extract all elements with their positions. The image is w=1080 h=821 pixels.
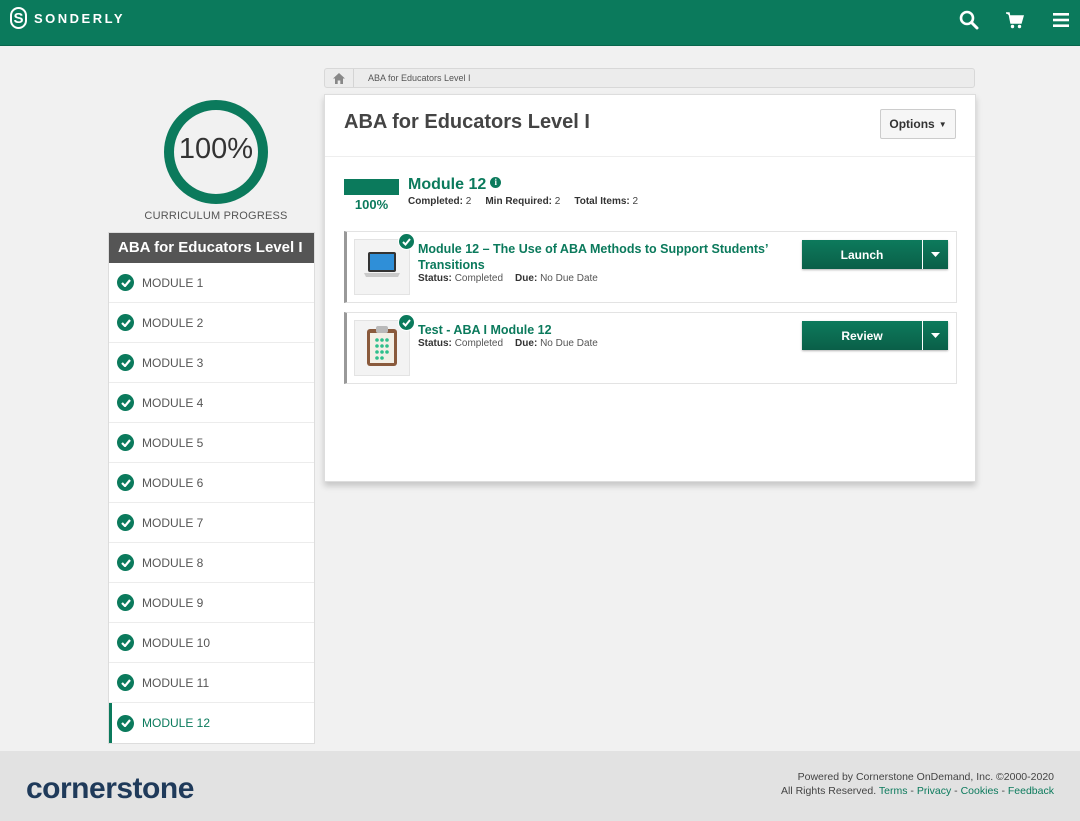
sidebar-item-label: MODULE 11	[142, 675, 210, 690]
item-status: Status: Completed	[418, 273, 504, 284]
curriculum-panel: ABA for Educators Level I Options ▼ 100%…	[324, 94, 976, 482]
module-progress-bar	[344, 179, 399, 195]
module-title-text: Module 12	[408, 176, 487, 193]
terms-link[interactable]: Terms	[879, 785, 908, 797]
check-circle-icon	[117, 714, 134, 732]
launch-button[interactable]: Launch	[802, 240, 922, 269]
sidebar-item-label: MODULE 4	[142, 395, 204, 410]
footer-links-row: All Rights Reserved. Terms - Privacy - C…	[781, 785, 1054, 797]
check-circle-icon	[117, 274, 134, 291]
launch-button-group: Launch	[802, 240, 948, 269]
sidebar-item-module-3[interactable]: MODULE 3	[109, 343, 314, 383]
divider	[325, 156, 975, 157]
sidebar-item-module-10[interactable]: MODULE 10	[109, 623, 314, 663]
options-label: Options	[889, 117, 935, 131]
sidebar-item-label: MODULE 10	[142, 635, 211, 650]
rights-text: All Rights Reserved.	[781, 785, 877, 797]
sidebar-item-label: MODULE 1	[142, 275, 204, 290]
sidebar-item-label: MODULE 7	[142, 515, 204, 530]
top-bar: S SONDERLY	[0, 0, 1080, 46]
search-icon[interactable]	[958, 9, 980, 31]
curriculum-progress-value: 100%	[178, 133, 254, 165]
item-due: Due: No Due Date	[515, 338, 598, 349]
completed-check-icon	[398, 314, 415, 331]
feedback-link[interactable]: Feedback	[1008, 785, 1054, 797]
sidebar-item-module-8[interactable]: MODULE 8	[109, 543, 314, 583]
sidebar-item-label: MODULE 6	[142, 475, 204, 490]
powered-by-text: Powered by Cornerstone OnDemand, Inc. ©2…	[797, 771, 1054, 783]
cart-icon[interactable]	[1004, 9, 1026, 31]
sidebar-item-label: MODULE 12	[142, 716, 211, 730]
sidebar-item-label: MODULE 2	[142, 315, 204, 330]
sidebar-item-module-7[interactable]: MODULE 7	[109, 503, 314, 543]
sidebar-item-label: MODULE 8	[142, 555, 204, 570]
footer-legal: Powered by Cornerstone OnDemand, Inc. ©2…	[781, 770, 1054, 798]
check-circle-icon	[117, 634, 134, 651]
sidebar-item-module-6[interactable]: MODULE 6	[109, 463, 314, 503]
menu-icon[interactable]	[1050, 9, 1072, 31]
sidebar-item-module-1[interactable]: MODULE 1	[109, 263, 314, 303]
module-sidebar: ABA for Educators Level I MODULE 1 MODULE…	[108, 232, 315, 744]
completed-check-icon	[398, 233, 415, 250]
learning-item: Module 12 – The Use of ABA Methods to Su…	[344, 231, 957, 303]
info-icon[interactable]: i	[490, 176, 502, 188]
learning-item: Test - ABA I Module 12 Status: Completed…	[344, 312, 957, 384]
cornerstone-logo: cornerstone	[26, 772, 194, 806]
module-stats: Completed: 2 Min Required: 2 Total Items…	[408, 196, 638, 207]
check-circle-icon	[117, 354, 134, 371]
module-title: Module 12 i	[408, 176, 502, 194]
sidebar-title: ABA for Educators Level I	[109, 233, 314, 263]
logo-mark: S	[10, 7, 27, 29]
cookies-link[interactable]: Cookies	[961, 785, 999, 797]
item-title[interactable]: Module 12 – The Use of ABA Methods to Su…	[418, 241, 788, 273]
logo-text: SONDERLY	[34, 10, 126, 26]
sonderly-logo[interactable]: S SONDERLY	[10, 7, 125, 29]
caret-down-icon: ▼	[938, 119, 947, 129]
check-circle-icon	[117, 674, 134, 691]
review-button[interactable]: Review	[802, 321, 922, 350]
curriculum-progress-caption: CURRICULUM PROGRESS	[144, 210, 288, 222]
home-icon[interactable]	[325, 69, 354, 87]
completed-stat: Completed: 2	[408, 196, 472, 207]
options-button[interactable]: Options ▼	[880, 109, 956, 139]
item-status: Status: Completed	[418, 338, 504, 349]
item-meta: Status: Completed Due: No Due Date	[418, 273, 598, 284]
module-progress-value: 100%	[354, 197, 389, 212]
check-circle-icon	[117, 314, 134, 331]
item-due: Due: No Due Date	[515, 273, 598, 284]
check-circle-icon	[117, 434, 134, 451]
sidebar-item-label: MODULE 9	[142, 595, 204, 610]
sidebar-item-module-11[interactable]: MODULE 11	[109, 663, 314, 703]
check-circle-icon	[117, 514, 134, 531]
caret-down-icon	[931, 333, 940, 338]
launch-dropdown-button[interactable]	[923, 240, 948, 269]
min-required-stat: Min Required: 2	[485, 196, 561, 207]
total-items-stat: Total Items: 2	[574, 196, 639, 207]
sidebar-item-label: MODULE 5	[142, 435, 204, 450]
sidebar-item-module-12[interactable]: MODULE 12	[109, 703, 314, 743]
caret-down-icon	[931, 252, 940, 257]
review-dropdown-button[interactable]	[923, 321, 948, 350]
check-circle-icon	[117, 594, 134, 611]
item-title[interactable]: Test - ABA I Module 12	[418, 322, 788, 338]
privacy-link[interactable]: Privacy	[917, 785, 951, 797]
breadcrumb: ABA for Educators Level I	[324, 68, 975, 88]
top-actions	[958, 9, 1072, 31]
cornerstone-wordmark: cornerstone	[26, 772, 194, 805]
item-meta: Status: Completed Due: No Due Date	[418, 338, 598, 349]
sidebar-item-module-4[interactable]: MODULE 4	[109, 383, 314, 423]
sidebar-item-module-2[interactable]: MODULE 2	[109, 303, 314, 343]
page-title: ABA for Educators Level I	[344, 111, 590, 133]
sidebar-item-module-5[interactable]: MODULE 5	[109, 423, 314, 463]
review-button-group: Review	[802, 321, 948, 350]
sidebar-list: MODULE 1 MODULE 2 MODULE 3 MODULE 4 MODULE 5…	[109, 263, 314, 743]
check-circle-icon	[117, 554, 134, 571]
sidebar-item-module-9[interactable]: MODULE 9	[109, 583, 314, 623]
breadcrumb-current[interactable]: ABA for Educators Level I	[368, 73, 471, 83]
clipboard-icon	[365, 325, 399, 372]
check-circle-icon	[117, 474, 134, 491]
check-circle-icon	[117, 394, 134, 411]
laptop-icon	[362, 250, 402, 285]
sidebar-item-label: MODULE 3	[142, 355, 204, 370]
